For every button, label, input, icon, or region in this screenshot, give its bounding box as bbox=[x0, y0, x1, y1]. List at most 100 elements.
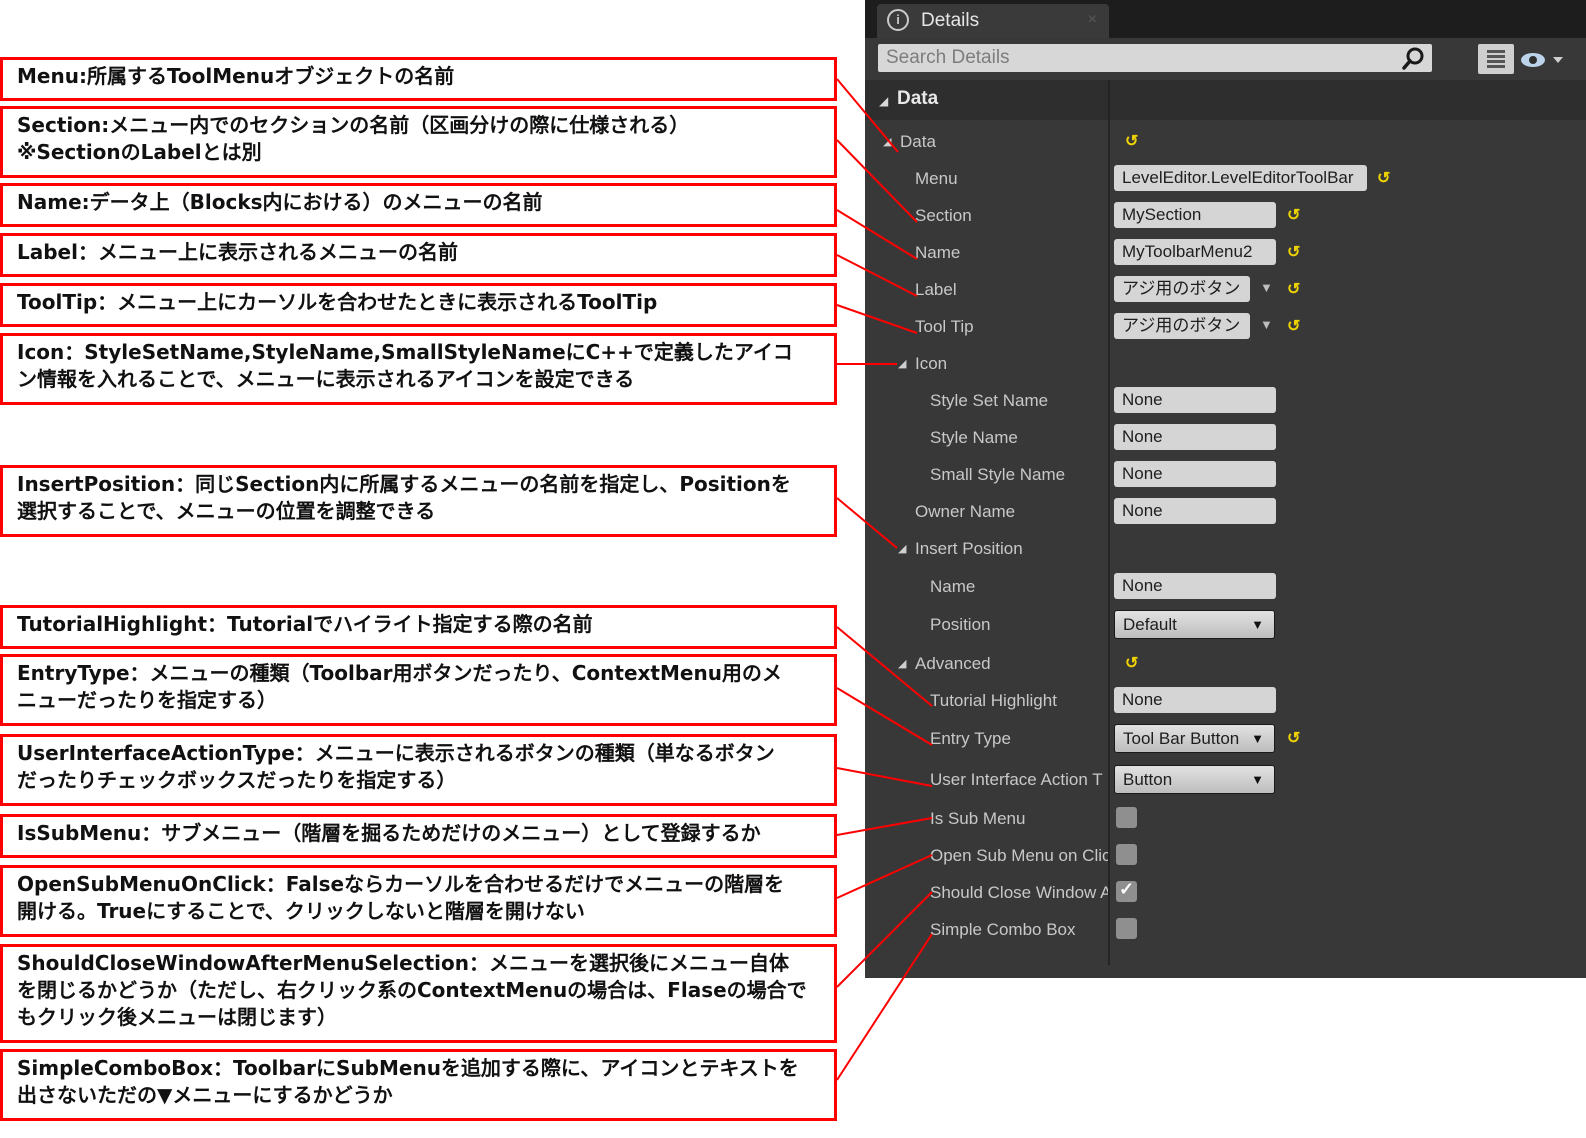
annotation-entry-type: EntryType：メニューの種類（Toolbar用ボタンだったり、Contex… bbox=[0, 654, 837, 726]
tab-bar: i Details × bbox=[865, 0, 1586, 38]
row-label: Label アジ用のボタン ▼ ↺ bbox=[865, 274, 1586, 304]
row-entry-type: Entry Type Tool Bar Button ▼ ↺ bbox=[865, 723, 1586, 753]
should-close-checkbox[interactable]: ✓ bbox=[1116, 879, 1137, 902]
search-input[interactable]: Search Details bbox=[878, 44, 1432, 72]
reset-to-default-icon[interactable]: ↺ bbox=[1125, 131, 1138, 151]
row-insert-position-name: Name None bbox=[865, 571, 1586, 601]
chevron-down-icon: ▼ bbox=[1251, 617, 1264, 632]
row-label: Entry Type bbox=[930, 729, 1011, 748]
row-name: Name MyToolbarMenu2 ↺ bbox=[865, 237, 1586, 267]
collapse-arrow-icon[interactable]: ◢ bbox=[879, 94, 888, 108]
style-set-name-field[interactable]: None bbox=[1114, 387, 1276, 413]
row-label: Small Style Name bbox=[930, 465, 1066, 484]
close-icon[interactable]: × bbox=[1088, 11, 1097, 29]
row-simple-combo: Simple Combo Box bbox=[865, 914, 1586, 944]
chevron-down-icon: ▼ bbox=[1251, 772, 1264, 787]
annotation-label: Label：メニュー上に表示されるメニューの名前 bbox=[0, 233, 837, 277]
reset-to-default-icon[interactable]: ↺ bbox=[1287, 279, 1300, 299]
reset-to-default-icon[interactable]: ↺ bbox=[1287, 205, 1300, 225]
section-field[interactable]: MySection bbox=[1114, 202, 1276, 228]
eye-icon[interactable] bbox=[1519, 48, 1579, 72]
annotation-tutorial-highlight: TutorialHighlight：Tutorialでハイライト指定する際の名前 bbox=[0, 605, 837, 649]
annotation-ui-action-type: UserInterfaceActionType：メニューに表示されるボタンの種類… bbox=[0, 734, 837, 806]
row-label: Insert Position bbox=[915, 539, 1023, 558]
ui-action-type-dropdown[interactable]: Button ▼ bbox=[1114, 765, 1275, 794]
annotation-menu: Menu:所属するToolMenuオブジェクトの名前 bbox=[0, 57, 837, 101]
position-dropdown[interactable]: Default ▼ bbox=[1114, 610, 1275, 639]
collapse-arrow-icon[interactable]: ◢ bbox=[898, 357, 906, 370]
annotation-simple-combo: SimpleComboBox：ToolbarにSubMenuを追加する際に、アイ… bbox=[0, 1049, 837, 1121]
open-sub-menu-checkbox[interactable] bbox=[1116, 844, 1137, 865]
annotation-is-sub-menu: IsSubMenu：サブメニュー（階層を掘るためだけのメニュー）として登録するか bbox=[0, 814, 837, 858]
small-style-name-field[interactable]: None bbox=[1114, 461, 1276, 487]
chevron-down-icon: ▼ bbox=[1251, 731, 1264, 746]
tooltip-field[interactable]: アジ用のボタン bbox=[1114, 313, 1250, 339]
row-label: Advanced bbox=[915, 654, 991, 673]
annotation-tooltip: ToolTip：メニュー上にカーソルを合わせたときに表示されるToolTip bbox=[0, 283, 837, 327]
dropdown-value: Tool Bar Button bbox=[1123, 729, 1240, 748]
row-icon: ◢ Icon bbox=[865, 348, 1586, 378]
row-label: Is Sub Menu bbox=[930, 809, 1026, 828]
row-should-close: Should Close Window A ✓ bbox=[865, 877, 1586, 907]
search-icon[interactable] bbox=[1402, 46, 1426, 70]
row-owner-name: Owner Name None bbox=[865, 496, 1586, 526]
row-label: Menu bbox=[915, 169, 958, 188]
name-field[interactable]: MyToolbarMenu2 bbox=[1114, 239, 1276, 265]
category-header-data[interactable]: ◢ Data bbox=[865, 80, 1586, 120]
row-label: Name bbox=[930, 577, 976, 596]
row-label: Label bbox=[915, 280, 957, 299]
row-ui-action-type: User Interface Action T Button ▼ bbox=[865, 764, 1586, 794]
row-advanced: ◢ Advanced ↺ bbox=[865, 648, 1586, 678]
reset-to-default-icon[interactable]: ↺ bbox=[1377, 168, 1390, 188]
reset-to-default-icon[interactable]: ↺ bbox=[1287, 728, 1300, 748]
annotation-open-sub-menu: OpenSubMenuOnClick：Falseならカーソルを合わせるだけでメニ… bbox=[0, 865, 837, 937]
annotation-section: Section:メニュー内でのセクションの名前（区画分けの際に仕様される） ※S… bbox=[0, 106, 837, 178]
details-panel: i Details × Search Details ◢ Data ◢ Data… bbox=[865, 0, 1586, 978]
collapse-arrow-icon[interactable]: ◢ bbox=[898, 542, 906, 555]
annotation-icon: Icon：StyleSetName,StyleName,SmallStyleNa… bbox=[0, 333, 837, 405]
row-tooltip: Tool Tip アジ用のボタン ▼ ↺ bbox=[865, 311, 1586, 341]
is-sub-menu-checkbox[interactable] bbox=[1116, 807, 1137, 828]
row-label: Simple Combo Box bbox=[930, 920, 1076, 939]
menu-field[interactable]: LevelEditor.LevelEditorToolBar bbox=[1114, 165, 1367, 191]
row-insert-position-position: Position Default ▼ bbox=[865, 609, 1586, 639]
row-menu: Menu LevelEditor.LevelEditorToolBar ↺ bbox=[865, 163, 1586, 193]
checkmark-icon: ✓ bbox=[1119, 879, 1135, 899]
style-name-field[interactable]: None bbox=[1114, 424, 1276, 450]
row-section: Section MySection ↺ bbox=[865, 200, 1586, 230]
row-open-sub-menu: Open Sub Menu on Clic bbox=[865, 840, 1586, 870]
insert-position-name-field[interactable]: None bbox=[1114, 573, 1276, 599]
row-label: Icon bbox=[915, 354, 948, 373]
reset-to-default-icon[interactable]: ↺ bbox=[1287, 242, 1300, 262]
row-label: Data bbox=[900, 132, 936, 151]
tab-title: Details bbox=[921, 10, 980, 31]
annotation-should-close: ShouldCloseWindowAfterMenuSelection：メニュー… bbox=[0, 944, 837, 1043]
row-is-sub-menu: Is Sub Menu bbox=[865, 803, 1586, 833]
row-label: Section bbox=[915, 206, 972, 225]
list-view-icon bbox=[1487, 50, 1505, 68]
search-placeholder: Search Details bbox=[886, 47, 1010, 68]
row-insert-position: ◢ Insert Position bbox=[865, 533, 1586, 563]
collapse-arrow-icon[interactable]: ◢ bbox=[898, 657, 906, 670]
text-options-arrow-icon[interactable]: ▼ bbox=[1260, 280, 1273, 295]
reset-to-default-icon[interactable]: ↺ bbox=[1287, 316, 1300, 336]
collapse-arrow-icon[interactable]: ◢ bbox=[883, 135, 891, 148]
row-label: Tool Tip bbox=[915, 317, 974, 336]
row-label: Name bbox=[915, 243, 961, 262]
reset-to-default-icon[interactable]: ↺ bbox=[1125, 653, 1138, 673]
dropdown-value: Default bbox=[1123, 615, 1177, 634]
owner-name-field[interactable]: None bbox=[1114, 498, 1276, 524]
entry-type-dropdown[interactable]: Tool Bar Button ▼ bbox=[1114, 724, 1275, 753]
label-field[interactable]: アジ用のボタン bbox=[1114, 276, 1250, 302]
row-label: Should Close Window A bbox=[930, 883, 1108, 902]
tab-details[interactable]: i Details × bbox=[877, 4, 1109, 38]
row-style-name: Style Name None bbox=[865, 422, 1586, 452]
row-label: Owner Name bbox=[915, 502, 1016, 521]
simple-combo-checkbox[interactable] bbox=[1116, 918, 1137, 939]
tutorial-highlight-field[interactable]: None bbox=[1114, 687, 1276, 713]
text-options-arrow-icon[interactable]: ▼ bbox=[1260, 317, 1273, 332]
row-label: Position bbox=[930, 615, 991, 634]
view-options-button[interactable] bbox=[1478, 44, 1514, 74]
row-tutorial-highlight: Tutorial Highlight None bbox=[865, 685, 1586, 715]
annotation-insert-position: InsertPosition：同じSection内に所属するメニューの名前を指定… bbox=[0, 465, 837, 537]
